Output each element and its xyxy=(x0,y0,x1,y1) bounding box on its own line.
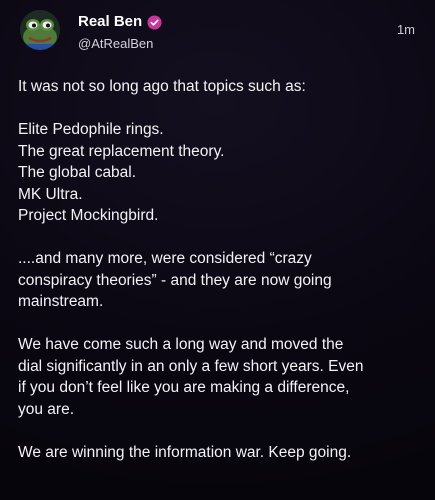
avatar[interactable] xyxy=(20,10,60,50)
body-line: mainstream. xyxy=(18,293,104,310)
author-display-name[interactable]: Real Ben xyxy=(78,12,142,32)
body-line: The great replacement theory. xyxy=(18,142,225,160)
body-line: ....and many more, were considered “craz… xyxy=(18,250,312,267)
body-line: Project Mockingbird. xyxy=(18,207,159,224)
paragraph-4: We have come such a long way and moved t… xyxy=(18,334,418,420)
body-line: The global cabal. xyxy=(18,164,137,181)
author-name-row: Real Ben xyxy=(78,12,162,32)
body-line: MK Ultra. xyxy=(18,185,83,203)
body-line: We have come such a long way and moved t… xyxy=(18,336,344,353)
body-line: if you don’t feel like you are making a … xyxy=(18,379,350,396)
body-line: It was not so long ago that topics such … xyxy=(18,78,306,95)
verified-badge-icon xyxy=(147,14,162,30)
body-line: you are. xyxy=(18,400,75,418)
post-header: Real Ben @AtRealBen 1m xyxy=(16,6,419,52)
post-card: Real Ben @AtRealBen 1m It was not so lon… xyxy=(0,0,435,500)
paragraph-5: We are winning the information war. Keep… xyxy=(18,442,418,464)
body-line: We are winning the information war. Keep… xyxy=(18,443,352,461)
author-handle[interactable]: @AtRealBen xyxy=(78,36,153,52)
body-line: conspiracy theories” - and they are now … xyxy=(18,271,332,289)
post-body: It was not so long ago that topics such … xyxy=(18,76,418,463)
body-line: dial significantly in an only a few shor… xyxy=(18,357,364,375)
body-line: Elite Pedophile rings. xyxy=(18,121,164,138)
paragraph-2: Elite Pedophile rings. The great replace… xyxy=(18,119,418,227)
post-timestamp: 1m xyxy=(396,22,415,37)
paragraph-3: ....and many more, were considered “craz… xyxy=(18,248,418,313)
paragraph-1: It was not so long ago that topics such … xyxy=(18,76,418,98)
frog-avatar-icon xyxy=(20,10,60,50)
